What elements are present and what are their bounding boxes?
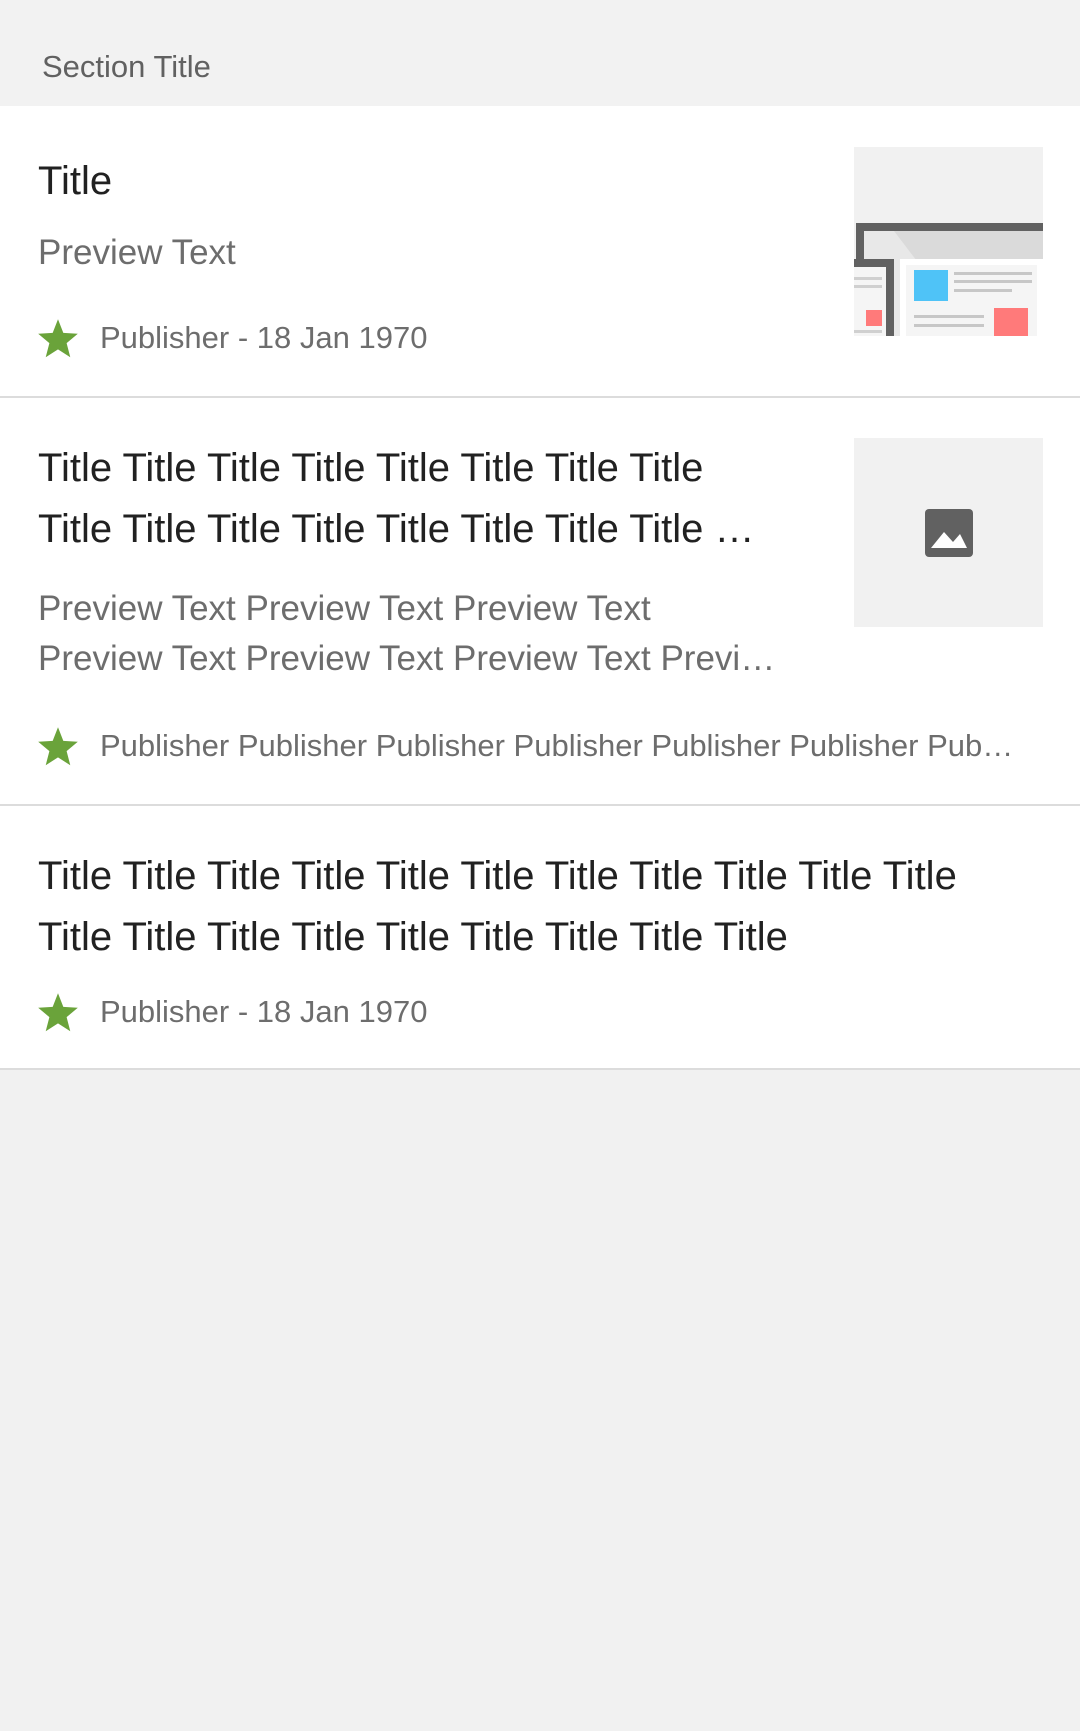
article-meta: Publisher - 18 Jan 1970	[36, 316, 736, 360]
article-title-line-2: Title Title Title Title Title Title Titl…	[38, 915, 788, 959]
article-title-line-1: Title Title Title Title Title Title Titl…	[38, 854, 957, 898]
star-icon	[38, 319, 78, 358]
article-title-line-1: Title Title Title Title Title Title Titl…	[38, 446, 704, 490]
article-text: Title Title Title Title Title Title Titl…	[38, 846, 1048, 968]
article-preview-block: Preview Text	[38, 228, 798, 278]
article-thumbnail[interactable]	[854, 438, 1043, 627]
article-title-line-2: Title Title Title Title Title Title Titl…	[38, 507, 755, 551]
section-header: Section Title	[0, 0, 1080, 106]
publisher-date: Publisher - 18 Jan 1970	[100, 320, 428, 355]
star-icon	[38, 993, 78, 1032]
article-preview-line-1: Preview Text Preview Text Preview Text	[38, 589, 651, 628]
article-card-1[interactable]: Title Preview Text Publisher - 18 Jan 19…	[0, 106, 1080, 398]
article-preview-line-2: Preview Text Preview Text Preview Text P…	[38, 639, 776, 678]
star-icon	[38, 727, 78, 766]
article-meta: Publisher - 18 Jan 1970	[36, 990, 736, 1034]
article-card-3[interactable]: Title Title Title Title Title Title Titl…	[0, 806, 1080, 1070]
publisher-date: Publisher - 18 Jan 1970	[100, 994, 428, 1029]
article-title: Title	[38, 159, 113, 203]
publisher-names: Publisher Publisher Publisher Publisher …	[100, 728, 1014, 763]
article-illustration-icon	[854, 147, 1043, 336]
article-text: Title Title Title Title Title Title Titl…	[38, 438, 798, 560]
article-thumbnail[interactable]	[854, 147, 1043, 336]
section-title: Section Title	[42, 49, 211, 84]
image-placeholder-icon	[854, 438, 1043, 627]
article-text: Title	[38, 151, 798, 212]
page: Section Title Title Preview Text Publish…	[0, 0, 1080, 1731]
article-card-2[interactable]: Title Title Title Title Title Title Titl…	[0, 398, 1080, 806]
article-meta: Publisher Publisher Publisher Publisher …	[36, 724, 1046, 768]
article-preview: Preview Text	[38, 233, 236, 272]
article-preview-block: Preview Text Preview Text Preview Text P…	[38, 584, 808, 684]
